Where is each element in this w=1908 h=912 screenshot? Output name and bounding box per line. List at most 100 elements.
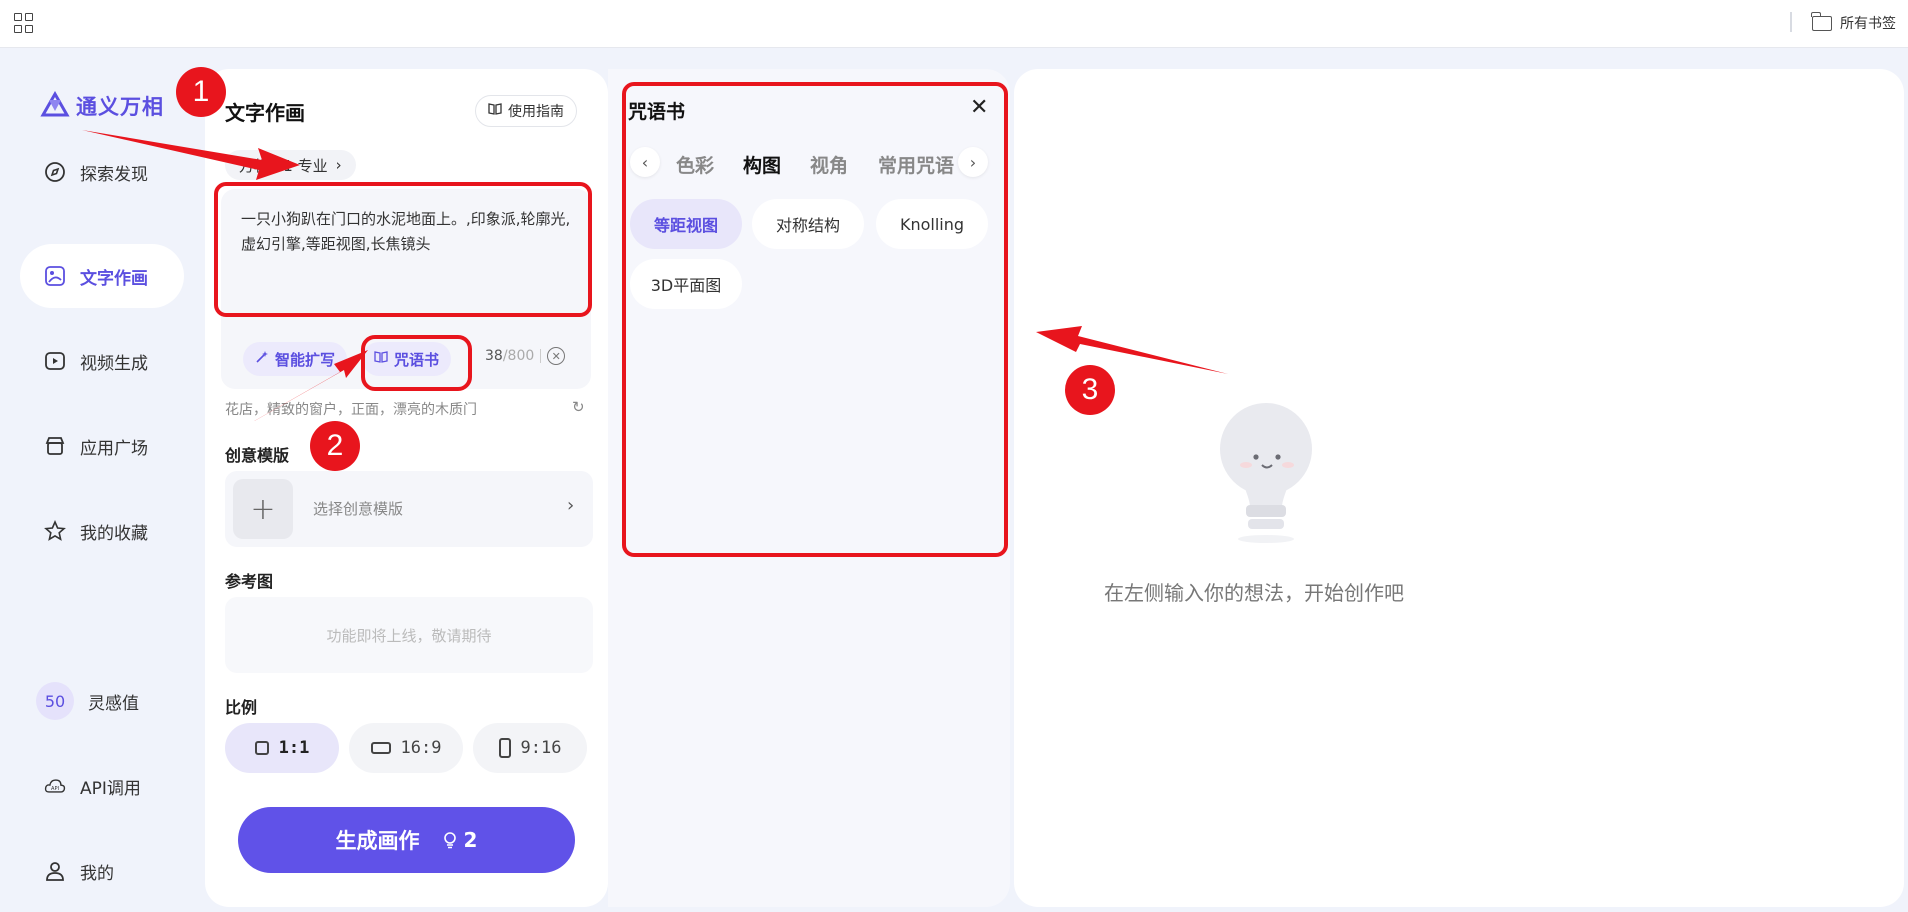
sidebar-item-video[interactable]: 视频生成 [20,329,184,393]
smart-expand-button[interactable]: 智能扩写 [243,342,348,376]
sidebar-item-label: 我的收藏 [80,523,148,544]
logo[interactable]: 通义万相 [40,91,164,121]
bookmarks-label: 所有书签 [1840,16,1896,32]
text-to-image-panel: 文字作画 使用指南 万相2.1 专业 › 一只小狗趴在门口的水泥地面上。,印象派… [205,69,608,907]
ratio-16-9-button[interactable]: 16:9 [349,723,463,773]
logo-text: 通义万相 [76,95,164,119]
sidebar-item-text-to-image[interactable]: 文字作画 [20,244,184,308]
generate-cost-value: 2 [463,828,478,852]
tab-common-spells[interactable]: 常用咒语 [878,151,954,178]
empty-state-text: 在左侧输入你的想法，开始创作吧 [1104,581,1404,605]
apps-grid-icon[interactable] [14,13,34,33]
tab-perspective[interactable]: 视角 [810,151,848,178]
all-bookmarks-button[interactable]: 所有书签 [1811,11,1896,34]
sidebar: 通义万相 探索发现 文字作画 视频生成 应用广场 我的收藏 50 灵感值 API… [0,49,200,912]
refresh-icon[interactable]: ↻ [572,398,585,416]
sidebar-item-label: 视频生成 [80,353,148,374]
sidebar-item-explore[interactable]: 探索发现 [20,140,184,204]
model-selector[interactable]: 万相2.1 专业 › [225,150,356,180]
sidebar-item-label: 文字作画 [80,268,148,289]
chip-3d-plan[interactable]: 3D平面图 [630,259,742,309]
sidebar-item-app-store[interactable]: 应用广场 [20,414,184,478]
store-icon [44,435,66,457]
sidebar-item-label: 灵感值 [88,693,139,714]
panel-title: 文字作画 [225,101,305,125]
annotation-badge-3: 3 [1065,365,1115,415]
reference-image-area: 功能即将上线，敬请期待 [225,597,593,673]
spellbook-panel: 咒语书 ✕ ‹ 色彩 构图 视角 常用咒语 › 等距视图 对称结构 Knolli… [608,69,1010,907]
reference-placeholder: 功能即将上线，敬请期待 [326,626,492,645]
landscape-icon [370,742,391,754]
char-max: /800 [502,348,535,364]
compass-icon [44,161,66,183]
chip-isometric[interactable]: 等距视图 [630,199,742,249]
inspiration-value: 50 [36,682,74,720]
lightbulb-illustration [1220,403,1312,543]
result-canvas: 在左侧输入你的想法，开始创作吧 [1014,69,1904,907]
tab-composition[interactable]: 构图 [743,151,781,178]
tabs-next-button[interactable]: › [958,147,988,177]
sidebar-item-label: 应用广场 [80,438,148,459]
generate-label: 生成画作 [335,829,420,853]
annotation-badge-1: 1 [176,67,226,117]
sidebar-item-api[interactable]: API API调用 [20,754,184,818]
chevron-right-icon: › [335,156,342,174]
sidebar-item-me[interactable]: 我的 [20,839,184,903]
magic-wand-icon [255,350,269,368]
ratio-label: 1:1 [278,738,310,758]
plus-icon: + [233,479,293,539]
book-icon [488,102,502,120]
image-icon [44,265,66,287]
tab-color[interactable]: 色彩 [676,151,714,178]
video-icon [44,350,66,372]
ratio-label: 16:9 [400,738,442,758]
prompt-suggestion[interactable]: 花店，精致的窗户，正面，漂亮的木质门 [225,399,477,419]
generate-cost: 2 [442,828,478,852]
user-icon [44,860,66,882]
ratio-label: 9:16 [520,738,562,758]
template-selector[interactable]: + 选择创意模版 › [225,471,593,547]
spellbook-title: 咒语书 [628,101,686,123]
sidebar-item-label: 我的 [80,863,114,884]
toolbar-divider [1790,12,1792,32]
close-icon[interactable]: ✕ [970,95,988,120]
chevron-right-icon: › [567,495,575,516]
sidebar-item-favorites[interactable]: 我的收藏 [20,499,184,563]
chip-symmetric[interactable]: 对称结构 [752,199,864,249]
folder-icon [1811,11,1832,31]
chevron-left-icon: ‹ [641,152,649,172]
lightbulb-icon [443,832,456,849]
char-counter: 38/800 ✕ [485,347,566,365]
ratio-1-1-button[interactable]: 1:1 [225,723,339,773]
spellbook-button[interactable]: 咒语书 [362,342,452,376]
char-count: 38 [485,348,503,364]
sidebar-item-label: 探索发现 [80,164,148,185]
star-icon [44,520,66,542]
tabs-prev-button[interactable]: ‹ [630,147,660,177]
template-placeholder: 选择创意模版 [313,500,404,518]
annotation-badge-2: 2 [310,421,360,471]
smart-expand-label: 智能扩写 [275,350,336,369]
prompt-text[interactable]: 一只小狗趴在门口的水泥地面上。,印象派,轮廓光,虚幻引擎,等距视图,长焦镜头 [241,207,581,257]
reference-section-label: 参考图 [225,572,274,591]
browser-toolbar: 所有书签 [0,0,1908,48]
ratio-9-16-button[interactable]: 9:16 [473,723,587,773]
portrait-icon [498,738,511,758]
template-section-label: 创意模版 [225,446,290,465]
sidebar-item-inspiration[interactable]: 50 灵感值 [20,669,184,733]
counter-divider [540,349,542,363]
logo-icon [40,91,70,117]
clear-icon[interactable]: ✕ [547,347,566,365]
user-guide-label: 使用指南 [508,104,564,120]
book-icon [374,350,388,368]
spellbook-label: 咒语书 [394,350,440,369]
chip-knolling[interactable]: Knolling [876,199,988,249]
chevron-right-icon: › [969,152,977,172]
cloud-api-icon: API [44,775,66,797]
square-icon [254,741,269,755]
generate-button[interactable]: 生成画作 2 [238,807,575,873]
ratio-section-label: 比例 [225,698,258,717]
sidebar-item-label: API调用 [80,778,141,799]
user-guide-button[interactable]: 使用指南 [475,95,577,127]
svg-text:API: API [51,786,59,792]
